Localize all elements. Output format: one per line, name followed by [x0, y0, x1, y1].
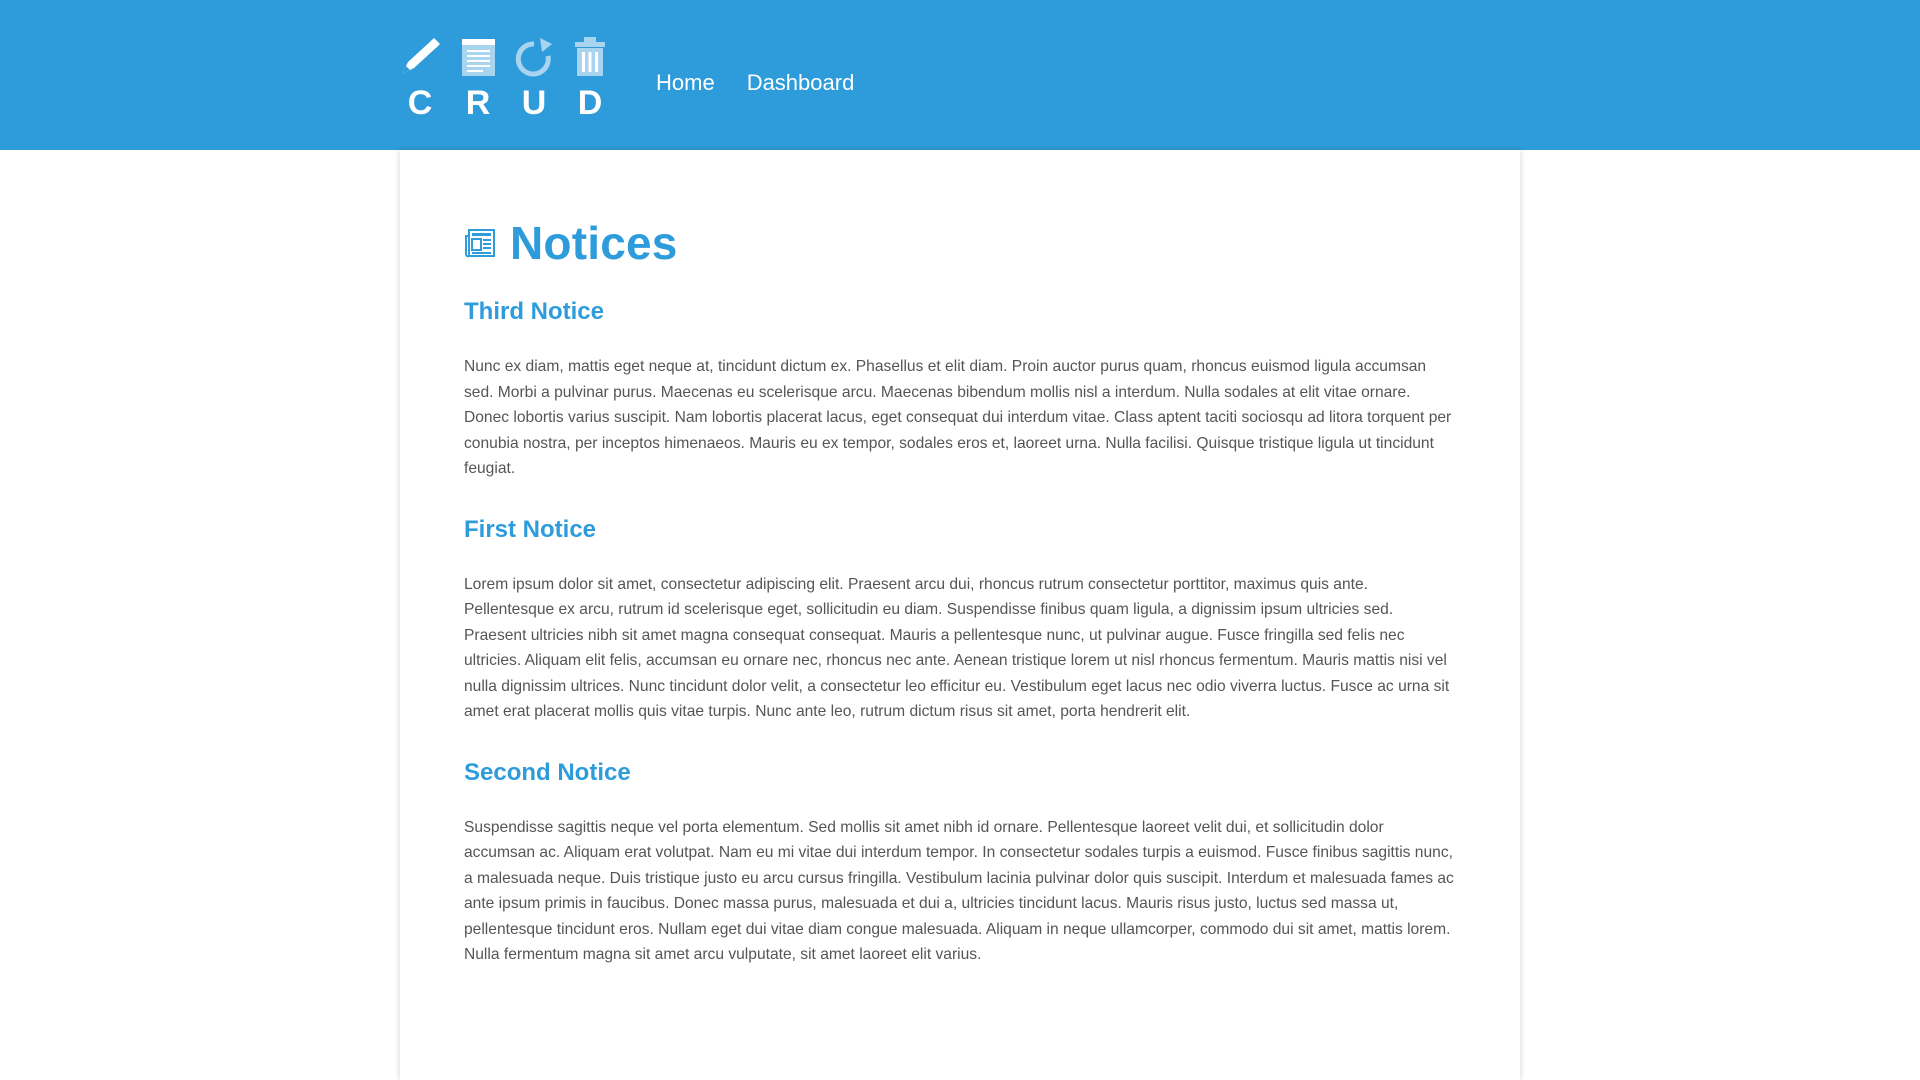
page-heading: Notices	[510, 217, 678, 269]
notice-item: First Notice Lorem ipsum dolor sit amet,…	[464, 516, 1456, 725]
notice-item: Third Notice Nunc ex diam, mattis eget n…	[464, 298, 1456, 482]
notice-body: Suspendisse sagittis neque vel porta ele…	[464, 818, 1454, 964]
logo-letter-r: R	[466, 84, 491, 116]
newspaper-icon	[465, 229, 495, 258]
nav-link-home[interactable]: Home	[656, 70, 715, 96]
crud-logo[interactable]: C R U D	[398, 36, 608, 116]
notice-body: Nunc ex diam, mattis eget neque at, tinc…	[464, 358, 1452, 477]
main-nav: Home Dashboard	[656, 70, 854, 96]
pencil-icon	[402, 38, 440, 74]
notice-body: Lorem ipsum dolor sit amet, consectetur …	[464, 575, 1450, 721]
notice-title: Third Notice	[464, 298, 605, 325]
notices-content: Notices Third Notice Nunc ex diam, matti…	[464, 216, 1456, 1002]
refresh-icon	[515, 38, 552, 77]
crud-logo-graphic: C R U D	[402, 37, 605, 116]
nav-link-dashboard[interactable]: Dashboard	[747, 70, 855, 96]
logo-letter-c: C	[408, 84, 433, 116]
notice-item: Second Notice Suspendisse sagittis neque…	[464, 759, 1456, 968]
page-title: Notices	[464, 216, 1456, 270]
logo-letter-u: U	[522, 84, 547, 116]
trash-icon	[575, 37, 605, 76]
logo-letter-d: D	[578, 84, 603, 116]
notepad-icon	[462, 39, 495, 76]
notice-title: Second Notice	[464, 758, 631, 786]
top-navigation-bar: C R U D Home Dashboard	[0, 0, 1920, 150]
notice-title: First Notice	[464, 515, 597, 543]
notices-card: Notices Third Notice Nunc ex diam, matti…	[400, 150, 1520, 1080]
